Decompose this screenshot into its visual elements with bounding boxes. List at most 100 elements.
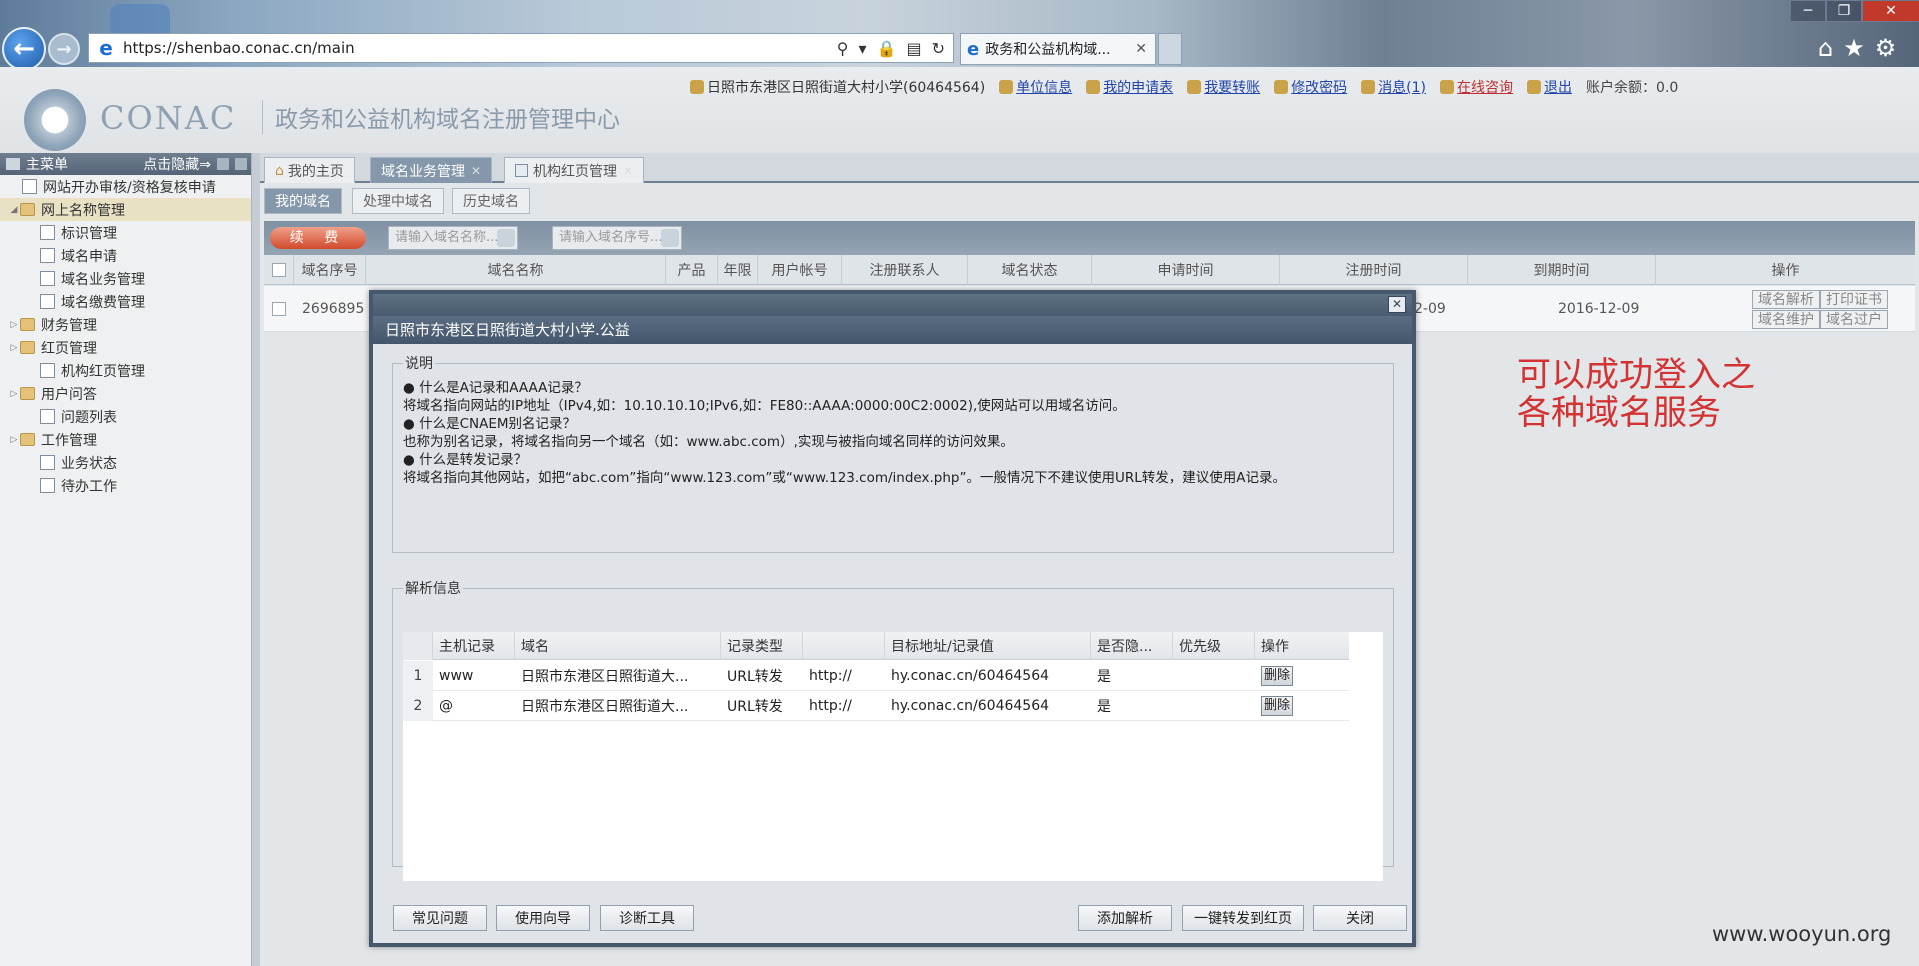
col-header[interactable]: 用户帐号 bbox=[758, 255, 842, 285]
link-change-password[interactable]: 修改密码 bbox=[1274, 77, 1347, 97]
menu-item[interactable]: 待办工作 bbox=[0, 474, 251, 497]
col-header[interactable]: 注册时间 bbox=[1280, 255, 1468, 285]
search-icon[interactable]: ⚲ bbox=[837, 39, 849, 58]
link-messages[interactable]: 消息(1) bbox=[1361, 77, 1426, 97]
col-header[interactable]: 记录类型 bbox=[721, 632, 803, 660]
add-parse-button[interactable]: 添加解析 bbox=[1078, 905, 1172, 931]
subtab-processing-domains[interactable]: 处理中域名 bbox=[352, 188, 444, 214]
menu-item[interactable]: 域名缴费管理 bbox=[0, 290, 251, 313]
delete-button[interactable]: 删除 bbox=[1261, 666, 1294, 686]
col-header[interactable]: 优先级 bbox=[1173, 632, 1255, 660]
expand-arrow-icon[interactable]: ▷ bbox=[8, 435, 20, 445]
guide-button[interactable]: 使用向导 bbox=[496, 905, 590, 931]
forward-redpage-button[interactable]: 一键转发到红页 bbox=[1182, 905, 1304, 931]
domain-seq-search[interactable]: 请输入域名序号... bbox=[552, 226, 682, 250]
menu-item[interactable]: ◢ 网上名称管理 bbox=[0, 198, 251, 221]
tab-org-redpage[interactable]: 机构红页管理 ✕ bbox=[504, 157, 645, 183]
close-button[interactable]: 关闭 bbox=[1313, 905, 1407, 931]
col-header[interactable]: 是否隐... bbox=[1091, 632, 1173, 660]
menu-item[interactable]: 域名申请 bbox=[0, 244, 251, 267]
col-header[interactable]: 域名 bbox=[515, 632, 721, 660]
menu-item[interactable]: ▷ 红页管理 bbox=[0, 336, 251, 359]
print-cert-link[interactable]: 打印证书 bbox=[1820, 290, 1888, 309]
browser-tab[interactable]: e 政务和公益机构域... ✕ bbox=[960, 33, 1156, 65]
delete-button[interactable]: 删除 bbox=[1261, 696, 1294, 716]
col-header[interactable]: 操作 bbox=[1255, 632, 1349, 660]
link-my-applications[interactable]: 我的申请表 bbox=[1086, 77, 1173, 97]
col-header[interactable] bbox=[803, 632, 885, 660]
splitter-bar[interactable] bbox=[252, 153, 260, 966]
expand-arrow-icon[interactable]: ▷ bbox=[8, 389, 20, 399]
home-icon[interactable]: ⌂ bbox=[1818, 34, 1833, 62]
menu-item[interactable]: 网站开办审核/资格复核申请 bbox=[0, 175, 251, 198]
link-online-consult[interactable]: 在线咨询 bbox=[1440, 77, 1513, 97]
faq-button[interactable]: 常见问题 bbox=[393, 905, 487, 931]
diagnose-button[interactable]: 诊断工具 bbox=[600, 905, 694, 931]
dialog-titlebar[interactable]: ✕ bbox=[373, 294, 1412, 316]
domain-maintain-link[interactable]: 域名维护 bbox=[1752, 310, 1820, 329]
col-header[interactable]: 到期时间 bbox=[1468, 255, 1656, 285]
tab-close-icon[interactable]: ✕ bbox=[1135, 41, 1147, 57]
col-header[interactable]: 产品 bbox=[666, 255, 718, 285]
hide-menu-button[interactable]: 点击隐藏⇒ bbox=[143, 154, 211, 174]
renew-button[interactable]: 续 费 bbox=[270, 227, 366, 249]
subtab-my-domains[interactable]: 我的域名 bbox=[264, 188, 342, 214]
table-row[interactable]: 2 @ 日照市东港区日照街道大... URL转发 http:// hy.cona… bbox=[403, 691, 1349, 721]
col-header[interactable]: 目标地址/记录值 bbox=[885, 632, 1091, 660]
table-row[interactable]: 1 www 日照市东港区日照街道大... URL转发 http:// hy.co… bbox=[403, 661, 1349, 691]
checkbox[interactable] bbox=[272, 302, 286, 316]
expand-icon[interactable] bbox=[235, 158, 247, 170]
tab-close-icon[interactable]: ✕ bbox=[623, 164, 633, 178]
tab-close-icon[interactable]: ✕ bbox=[471, 164, 481, 178]
col-header[interactable]: 注册联系人 bbox=[842, 255, 968, 285]
close-window-button[interactable]: ✕ bbox=[1862, 0, 1919, 22]
address-bar[interactable]: e https://shenbao.conac.cn/main ⚲ ▾ 🔒 ▤ … bbox=[88, 33, 954, 63]
maximize-button[interactable]: ❐ bbox=[1826, 0, 1862, 22]
col-header[interactable]: 域名序号 bbox=[294, 255, 366, 285]
back-button[interactable]: ← bbox=[2, 27, 46, 71]
link-logout[interactable]: 退出 bbox=[1527, 77, 1572, 97]
domain-transfer-link[interactable]: 域名过户 bbox=[1820, 310, 1888, 329]
lock-icon[interactable]: 🔒 bbox=[877, 39, 897, 58]
col-header[interactable]: 主机记录 bbox=[433, 632, 515, 660]
menu-item[interactable]: ▷ 用户问答 bbox=[0, 382, 251, 405]
checkbox[interactable] bbox=[271, 263, 286, 277]
link-unit-info[interactable]: 单位信息 bbox=[999, 77, 1072, 97]
search-icon[interactable] bbox=[661, 229, 679, 247]
tab-my-home[interactable]: ⌂ 我的主页 bbox=[264, 157, 355, 183]
dialog-close-icon[interactable]: ✕ bbox=[1388, 296, 1406, 313]
collapse-icon[interactable] bbox=[217, 158, 229, 170]
expand-arrow-icon[interactable]: ▷ bbox=[8, 320, 20, 330]
expand-arrow-icon[interactable]: ◢ bbox=[8, 205, 20, 215]
favorites-star-icon[interactable]: ★ bbox=[1843, 34, 1865, 62]
menu-item[interactable]: 业务状态 bbox=[0, 451, 251, 474]
menu-item[interactable]: ▷ 工作管理 bbox=[0, 428, 251, 451]
menu-item[interactable]: 机构红页管理 bbox=[0, 359, 251, 382]
compat-view-icon[interactable]: ▤ bbox=[906, 39, 921, 58]
tab-domain-business[interactable]: 域名业务管理 ✕ bbox=[370, 157, 493, 183]
url-text[interactable]: https://shenbao.conac.cn/main bbox=[123, 39, 837, 57]
menu-item[interactable]: ▷ 财务管理 bbox=[0, 313, 251, 336]
menu-item[interactable]: 域名业务管理 bbox=[0, 267, 251, 290]
row-checkbox-cell[interactable] bbox=[272, 286, 286, 332]
menu-item[interactable]: 问题列表 bbox=[0, 405, 251, 428]
link-transfer[interactable]: 我要转账 bbox=[1187, 77, 1260, 97]
menu-item[interactable]: 标识管理 bbox=[0, 221, 251, 244]
forward-button[interactable]: → bbox=[48, 33, 80, 65]
col-header[interactable]: 域名状态 bbox=[968, 255, 1092, 285]
domain-dns-link[interactable]: 域名解析 bbox=[1752, 290, 1820, 309]
select-all-checkbox-cell[interactable] bbox=[264, 255, 294, 285]
search-icon[interactable] bbox=[497, 229, 515, 247]
subtab-history-domains[interactable]: 历史域名 bbox=[452, 188, 530, 214]
minimize-button[interactable]: ─ bbox=[1790, 0, 1826, 22]
col-header[interactable]: 操作 bbox=[1656, 255, 1915, 285]
new-tab-button[interactable] bbox=[1158, 33, 1182, 65]
chevron-down-icon[interactable]: ▾ bbox=[859, 39, 867, 58]
expand-arrow-icon[interactable]: ▷ bbox=[8, 343, 20, 353]
col-header[interactable]: 域名名称 bbox=[366, 255, 666, 285]
refresh-icon[interactable]: ↻ bbox=[932, 39, 945, 58]
domain-name-search[interactable]: 请输入域名名称... bbox=[388, 226, 518, 250]
settings-gear-icon[interactable]: ⚙ bbox=[1875, 34, 1897, 62]
col-header[interactable]: 申请时间 bbox=[1092, 255, 1280, 285]
col-header[interactable]: 年限 bbox=[718, 255, 758, 285]
